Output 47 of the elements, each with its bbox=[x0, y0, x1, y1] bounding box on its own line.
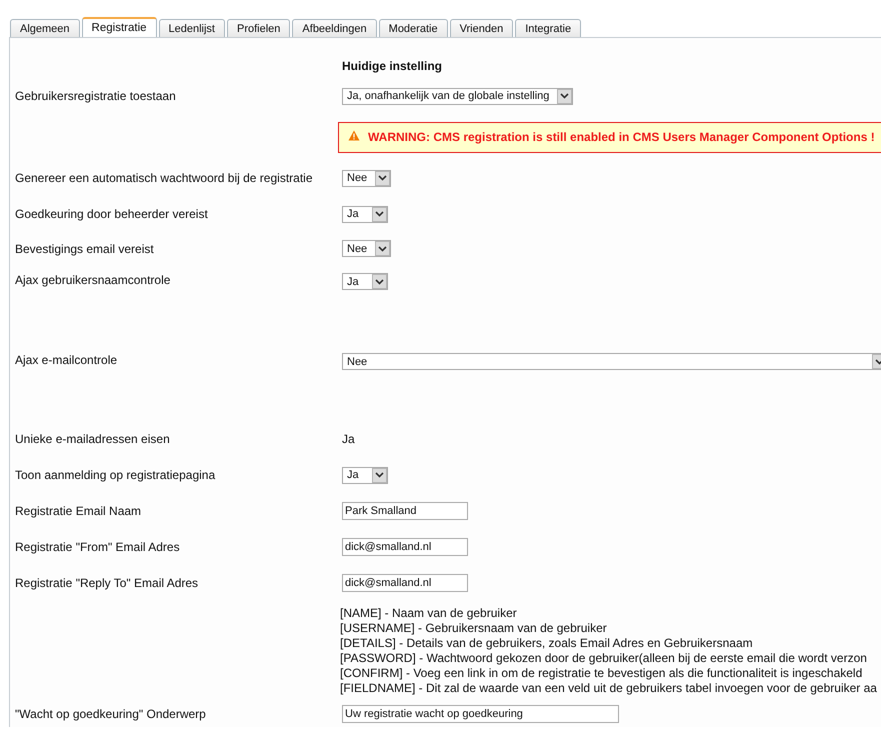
column-heading: Huidige instelling bbox=[342, 59, 442, 73]
setting-label: Registratie Email Naam bbox=[15, 504, 142, 518]
chevron-down-icon bbox=[375, 278, 384, 284]
tab[interactable]: Vrienden bbox=[450, 19, 514, 37]
placeholder-help-line: [DETAILS] - Details van de gebruikers, zoals Email Adres en Gebruikersnaam bbox=[340, 636, 754, 651]
setting-label: "Wacht op goedkeuring" Onderwerp bbox=[15, 707, 206, 721]
setting-label: Unieke e-mailadressen eisen bbox=[15, 432, 170, 446]
input-field[interactable]: dick@smalland.nl bbox=[342, 538, 468, 556]
setting-label: Toon aanmelding op registratiepagina bbox=[15, 468, 216, 482]
placeholder-help-line: [FIELDNAME] - Dit zal de waarde van een veld uit de gebruikers tabel invoegen voor de gebruiker aa bbox=[340, 681, 877, 696]
dropdown[interactable]: Ja bbox=[342, 206, 388, 222]
dropdown[interactable]: Ja bbox=[342, 466, 388, 484]
tab[interactable]: Ledenlijst bbox=[158, 19, 225, 37]
input-field[interactable]: Uw registratie wacht op goedkeuring bbox=[342, 705, 619, 723]
chevron-down-icon bbox=[560, 93, 570, 99]
dropdown[interactable]: Nee bbox=[342, 170, 392, 186]
tab[interactable]: Afbeeldingen bbox=[292, 19, 377, 37]
setting-label: Genereer een automatisch wachtwoord bij de registratie bbox=[15, 171, 312, 185]
setting-label: Bevestigings email vereist bbox=[15, 242, 154, 256]
placeholder-help-line: [USERNAME] - Gebruikersnaam van de gebruiker bbox=[340, 621, 608, 636]
input-field[interactable]: dick@smalland.nl bbox=[342, 574, 468, 592]
setting-label: Goedkeuring door beheerder vereist bbox=[15, 207, 208, 221]
dropdown[interactable]: Nee bbox=[342, 240, 392, 257]
chevron-down-icon bbox=[378, 246, 388, 252]
placeholder-help-line: [PASSWORD] - Wachtwoord gekozen door de gebruiker(alleen bij de eerste email die wordt verzon bbox=[340, 651, 868, 666]
chevron-down-icon bbox=[375, 211, 384, 217]
setting-label: Registratie "From" Email Adres bbox=[15, 540, 180, 554]
dropdown[interactable]: Nee bbox=[342, 353, 881, 370]
warning-text: WARNING: CMS registration is still enabled in CMS Users Manager Component Options ! bbox=[368, 130, 875, 144]
chevron-down-icon bbox=[378, 175, 388, 181]
setting-label: Ajax gebruikersnaamcontrole bbox=[15, 273, 170, 287]
input-field[interactable]: Park Smalland bbox=[342, 502, 468, 520]
placeholder-help-line: [NAME] - Naam van de gebruiker bbox=[340, 606, 518, 621]
tab[interactable]: Moderatie bbox=[378, 19, 448, 37]
dropdown[interactable]: Ja bbox=[342, 273, 388, 290]
setting-label: Gebruikersregistratie toestaan bbox=[15, 89, 176, 103]
setting-value: Ja bbox=[342, 432, 355, 446]
placeholder-help-line: [CONFIRM] - Voeg een link in om de registratie te bevestigen als die functionaliteit is ingeschakeld bbox=[340, 666, 864, 681]
setting-label: Ajax e-mailcontrole bbox=[15, 353, 118, 367]
chevron-down-icon bbox=[375, 472, 384, 478]
dropdown[interactable]: Ja, onafhankelijk van de globale instelling bbox=[342, 88, 574, 104]
warning-icon bbox=[348, 130, 360, 140]
tab[interactable]: Integratie bbox=[515, 19, 582, 37]
tab[interactable]: Profielen bbox=[227, 19, 290, 37]
tab[interactable]: Registratie bbox=[82, 17, 157, 37]
tab[interactable]: Algemeen bbox=[10, 19, 80, 37]
setting-label: Registratie "Reply To" Email Adres bbox=[15, 576, 198, 590]
